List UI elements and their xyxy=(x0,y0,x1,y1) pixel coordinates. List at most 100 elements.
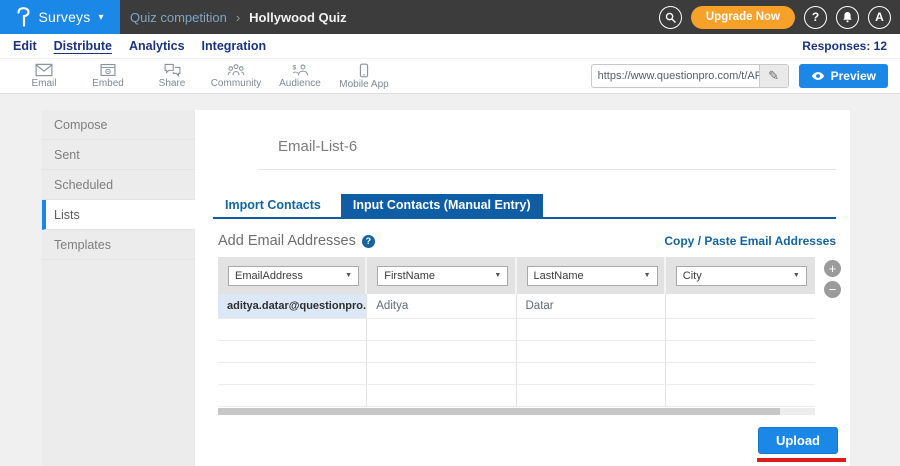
distribute-toolbar: Email Embed Share Community $ Audience M… xyxy=(0,58,900,94)
channel-community[interactable]: Community xyxy=(204,63,268,89)
column-select-lastname[interactable]: LastName ▼ xyxy=(527,266,658,286)
page-title: Email-List-6 xyxy=(278,138,850,155)
cell-city[interactable] xyxy=(666,341,815,362)
cell-firstname[interactable]: Aditya xyxy=(367,294,516,318)
sidebar-item-scheduled[interactable]: Scheduled xyxy=(42,170,195,200)
cell-email[interactable] xyxy=(218,385,367,406)
cell-email[interactable]: aditya.datar@questionpro.com xyxy=(218,294,367,318)
sidebar-item-compose[interactable]: Compose xyxy=(42,110,195,140)
scrollbar-thumb[interactable] xyxy=(218,408,780,415)
cell-lastname[interactable] xyxy=(517,319,666,340)
chevron-down-icon: ▾ xyxy=(98,12,103,23)
table-row xyxy=(218,341,815,363)
column-select-value: LastName xyxy=(534,270,584,282)
channel-label: Mobile App xyxy=(339,79,388,90)
table-row xyxy=(218,319,815,341)
nav-item-integration[interactable]: Integration xyxy=(202,39,267,53)
avatar[interactable]: A xyxy=(868,6,891,29)
channel-label: Audience xyxy=(279,78,321,89)
cell-email[interactable] xyxy=(218,319,367,340)
table-row: aditya.datar@questionpro.com Aditya Data… xyxy=(218,294,815,319)
cell-lastname[interactable] xyxy=(517,341,666,362)
contacts-table-zone: EmailAddress▼ FirstName▼ LastName▼ xyxy=(218,257,850,415)
sidebar-item-label: Lists xyxy=(54,208,80,222)
embed-icon xyxy=(100,63,116,77)
cell-lastname[interactable] xyxy=(517,363,666,384)
channel-label: Share xyxy=(159,78,186,89)
column-select-firstname[interactable]: FirstName ▼ xyxy=(377,266,508,286)
cell-firstname[interactable] xyxy=(367,363,516,384)
remove-row-button[interactable]: − xyxy=(824,281,841,298)
header-actions: Upgrade Now ? A xyxy=(659,6,900,29)
breadcrumb-current: Hollywood Quiz xyxy=(249,10,347,25)
channel-share[interactable]: Share xyxy=(140,63,204,89)
svg-text:$: $ xyxy=(293,64,297,71)
cell-firstname[interactable] xyxy=(367,385,516,406)
tab-input-contacts-manual[interactable]: Input Contacts (Manual Entry) xyxy=(341,194,543,217)
column-select-emailaddress[interactable]: EmailAddress▼ xyxy=(228,266,359,286)
search-icon[interactable] xyxy=(659,6,682,29)
cell-firstname[interactable] xyxy=(367,341,516,362)
horizontal-scrollbar[interactable] xyxy=(218,408,815,415)
nav-item-edit[interactable]: Edit xyxy=(13,39,37,53)
cell-city[interactable] xyxy=(666,319,815,340)
email-sidebar: Compose Sent Scheduled Lists Templates xyxy=(42,110,195,466)
sidebar-item-label: Templates xyxy=(54,238,111,252)
column-select-value: FirstName xyxy=(384,270,435,282)
top-header: Surveys ▾ Quiz competition › Hollywood Q… xyxy=(0,0,900,34)
cell-city[interactable] xyxy=(666,294,815,318)
cell-firstname[interactable] xyxy=(367,319,516,340)
grid-header-col: LastName ▼ xyxy=(517,257,666,294)
notifications-bell-icon[interactable] xyxy=(836,6,859,29)
cell-email[interactable] xyxy=(218,363,367,384)
nav-item-analytics[interactable]: Analytics xyxy=(129,39,185,53)
breadcrumb-parent[interactable]: Quiz competition xyxy=(130,10,227,25)
sidebar-item-lists[interactable]: Lists xyxy=(42,200,195,230)
contacts-grid: EmailAddress▼ FirstName▼ LastName▼ xyxy=(218,257,815,415)
column-select-city[interactable]: City▼ xyxy=(676,266,807,286)
lists-content-card: Email-List-6 Import Contacts Input Conta… xyxy=(195,110,850,466)
chevron-down-icon: ▼ xyxy=(644,272,651,279)
sidebar-item-sent[interactable]: Sent xyxy=(42,140,195,170)
channel-embed[interactable]: Embed xyxy=(76,63,140,89)
breadcrumb-separator: › xyxy=(236,10,240,25)
grid-header-col: EmailAddress▼ xyxy=(218,257,367,294)
nav-item-distribute[interactable]: Distribute xyxy=(54,39,112,53)
edit-url-icon[interactable]: ✎ xyxy=(759,65,788,87)
contacts-tabs: Import Contacts Input Contacts (Manual E… xyxy=(213,194,836,219)
cell-city[interactable] xyxy=(666,363,815,384)
help-icon[interactable]: ? xyxy=(804,6,827,29)
cell-email[interactable] xyxy=(218,341,367,362)
chevron-down-icon: ▼ xyxy=(494,272,501,279)
copy-paste-link[interactable]: Copy / Paste Email Addresses xyxy=(664,234,836,248)
upgrade-now-button[interactable]: Upgrade Now xyxy=(691,6,795,29)
column-select-value: EmailAddress xyxy=(235,270,303,282)
chevron-down-icon: ▼ xyxy=(793,272,800,279)
channel-mobile-app[interactable]: Mobile App xyxy=(332,63,396,90)
section-row: Add Email Addresses ? Copy / Paste Email… xyxy=(218,233,836,249)
preview-button[interactable]: Preview xyxy=(799,64,888,88)
add-row-button[interactable]: + xyxy=(824,260,841,277)
survey-url-value[interactable]: https://www.questionpro.com/t/APNrFZ xyxy=(592,65,759,87)
channel-email[interactable]: Email xyxy=(12,63,76,89)
product-label: Surveys xyxy=(38,9,90,25)
cell-city[interactable] xyxy=(666,385,815,406)
channel-label: Embed xyxy=(92,78,124,89)
grid-header-row: EmailAddress▼ FirstName▼ LastName▼ xyxy=(218,257,815,294)
sidebar-item-templates[interactable]: Templates xyxy=(42,230,195,260)
table-row xyxy=(218,385,815,407)
survey-url-field[interactable]: https://www.questionpro.com/t/APNrFZ ✎ xyxy=(591,64,789,88)
title-divider xyxy=(258,169,836,170)
tab-import-contacts[interactable]: Import Contacts xyxy=(213,194,333,217)
help-icon[interactable]: ? xyxy=(362,235,375,248)
row-controls: + − xyxy=(824,257,841,415)
mobile-app-icon xyxy=(359,63,369,78)
surveys-menu[interactable]: Surveys ▾ xyxy=(0,0,120,34)
upload-button[interactable]: Upload xyxy=(758,427,838,454)
cell-lastname[interactable]: Datar xyxy=(517,294,666,318)
sidebar-item-label: Sent xyxy=(54,148,80,162)
cell-lastname[interactable] xyxy=(517,385,666,406)
responses-count[interactable]: Responses: 12 xyxy=(802,39,887,53)
channel-audience[interactable]: $ Audience xyxy=(268,63,332,89)
page-body: Compose Sent Scheduled Lists Templates E… xyxy=(0,94,900,466)
